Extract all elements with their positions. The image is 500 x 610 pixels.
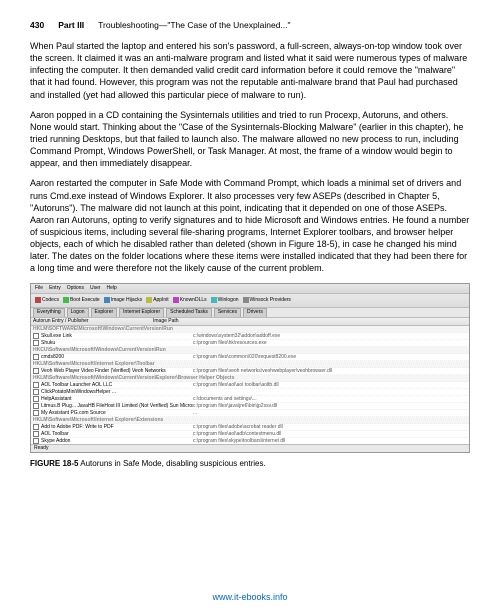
list-body: HKLM\SOFTWARE\Microsoft\Windows\CurrentV…	[31, 326, 469, 453]
tab-ie[interactable]: Internet Explorer	[119, 308, 164, 317]
entry-row[interactable]: Litmus.B Plug... JavaHB FileHost III Lim…	[31, 403, 469, 410]
menu-file[interactable]: File	[35, 285, 43, 292]
entry-row[interactable]: Veoh Web Player Video Finder (Verified) …	[31, 368, 469, 375]
menu-user[interactable]: User	[90, 285, 101, 292]
boot-icon	[63, 297, 69, 303]
checkbox[interactable]	[33, 354, 39, 360]
entry-row[interactable]: AOL Toolbarc:\program files\aol\adb\cont…	[31, 431, 469, 438]
figure-label: FIGURE 18-5	[30, 459, 78, 468]
section-row: HKLM\Software\Microsoft\Internet Explore…	[31, 361, 469, 368]
entry-path: c:\program files\aol\adb\contextmenu.dll	[193, 431, 467, 437]
part-label: Part III	[58, 20, 84, 30]
page-header: 430 Part III Troubleshooting—"The Case o…	[30, 20, 470, 30]
checkbox[interactable]	[33, 452, 39, 453]
menu-help[interactable]: Help	[107, 285, 117, 292]
entry-name: Shuku	[33, 340, 193, 346]
autoruns-screenshot: File Entry Options User Help Codecs Boot…	[30, 283, 470, 453]
entry-path: c:\program files\conduit\applications\pl…	[193, 452, 467, 453]
entry-path: c:\program files\aol\aol toolbar\aoltb.d…	[193, 382, 467, 388]
entry-path: c:\program files\adobe\acrobat reader dl…	[193, 424, 467, 430]
tab-logon[interactable]: Logon	[67, 308, 89, 317]
section-row: HKCU\Software\Microsoft\Windows\CurrentV…	[31, 347, 469, 354]
toolbar: Codecs Boot Execute Image Hijacks AppIni…	[31, 294, 469, 308]
entry-name: HelpAssistant	[33, 396, 193, 402]
checkbox[interactable]	[33, 410, 39, 416]
winlogon-icon	[211, 297, 217, 303]
entry-row[interactable]: cmds8200c:\program files\common\020\requ…	[31, 354, 469, 361]
entry-path: ...	[193, 410, 467, 416]
tb-image[interactable]: Image Hijacks	[104, 297, 142, 303]
section-row: HKLM\SOFTWARE\Microsoft\Windows\CurrentV…	[31, 326, 469, 333]
checkbox[interactable]	[33, 382, 39, 388]
figure-caption: FIGURE 18-5 Autoruns in Safe Mode, disab…	[30, 459, 470, 468]
checkbox[interactable]	[33, 389, 39, 395]
tb-boot[interactable]: Boot Execute	[63, 297, 100, 303]
menu-entry[interactable]: Entry	[49, 285, 61, 292]
checkbox[interactable]	[33, 333, 39, 339]
entry-row[interactable]: ClickPotatoMiniWindowsHelper ...	[31, 389, 469, 396]
entry-path: c:\program files\hk\resources.exe	[193, 340, 467, 346]
entry-name: cmds8200	[33, 354, 193, 360]
entry-name: Litmus.B Plug... JavaHB FileHost III Lim…	[33, 403, 193, 409]
page-number: 430	[30, 20, 44, 30]
tb-known[interactable]: KnownDLLs	[173, 297, 207, 303]
entry-name: AOL Toolbar	[33, 431, 193, 437]
footer-link[interactable]: www.it-ebooks.info	[0, 592, 500, 602]
col-entry[interactable]: Autorun Entry / Publisher	[33, 318, 153, 325]
entry-row[interactable]: Add to Adobe PDF: Write to PDFc:\program…	[31, 424, 469, 431]
entry-row[interactable]: HelpAssistantc:\documents and settings\.…	[31, 396, 469, 403]
hijack-icon	[104, 297, 110, 303]
tab-sched[interactable]: Scheduled Tasks	[166, 308, 212, 317]
codec-icon	[35, 297, 41, 303]
tab-everything[interactable]: Everything	[33, 308, 65, 317]
tabs: Everything Logon Explorer Internet Explo…	[31, 308, 469, 318]
paragraph-2: Aaron popped in a CD containing the Sysi…	[30, 109, 470, 170]
checkbox[interactable]	[33, 368, 39, 374]
checkbox[interactable]	[33, 340, 39, 346]
entry-name: Add to Adobe PDF: Write to PDF	[33, 424, 193, 430]
entry-path: c:\windows\system32\addon\addoff.exe	[193, 333, 467, 339]
tab-explorer[interactable]: Explorer	[91, 308, 118, 317]
tab-drivers[interactable]: Drivers	[243, 308, 267, 317]
tb-winlogon[interactable]: Winlogon	[211, 297, 239, 303]
known-icon	[173, 297, 179, 303]
tab-services[interactable]: Services	[214, 308, 241, 317]
checkbox[interactable]	[33, 431, 39, 437]
entry-name: ClickPotatoMiniWindowsHelper ...	[33, 389, 193, 395]
tb-codecs[interactable]: Codecs	[35, 297, 59, 303]
menu-options[interactable]: Options	[67, 285, 84, 292]
entry-path: c:\program files\common\020\request8200.…	[193, 354, 467, 360]
entry-row[interactable]: Shukuc:\program files\hk\resources.exe	[31, 340, 469, 347]
tb-winsock[interactable]: Winsock Providers	[243, 297, 291, 303]
checkbox[interactable]	[33, 403, 39, 409]
entry-row[interactable]: My Assistant PG.com Source...	[31, 410, 469, 417]
entry-name: Veoh Web Player Video Finder (Verified) …	[33, 368, 193, 374]
entry-row[interactable]: Conduit Engine Conduit Toolbarc:\program…	[31, 452, 469, 453]
entry-row[interactable]: AOL Toolbar Launcher AOL LLCc:\program f…	[31, 382, 469, 389]
winsock-icon	[243, 297, 249, 303]
entry-path: c:\program files\java\jre6\bin\jp2ssv.dl…	[193, 403, 467, 409]
figure-text: Autoruns in Safe Mode, disabling suspici…	[80, 459, 265, 468]
paragraph-3: Aaron restarted the computer in Safe Mod…	[30, 177, 470, 274]
entry-name: Conduit Engine Conduit Toolbar	[33, 452, 193, 453]
section-row: HKLM\Software\Microsoft\Windows\CurrentV…	[31, 375, 469, 382]
checkbox[interactable]	[33, 424, 39, 430]
section-row: HKLM\Software\Microsoft\Internet Explore…	[31, 417, 469, 424]
chapter-title: Troubleshooting—"The Case of the Unexpla…	[98, 20, 290, 30]
list-header: Autorun Entry / Publisher Image Path	[31, 318, 469, 326]
entry-path: c:\program files\veoh networks\veohwebpl…	[193, 368, 467, 374]
tb-appinit[interactable]: AppInit	[146, 297, 169, 303]
status-bar: Ready	[31, 444, 469, 452]
menubar: File Entry Options User Help	[31, 284, 469, 294]
appinit-icon	[146, 297, 152, 303]
col-path[interactable]: Image Path	[153, 318, 467, 325]
entry-name: Skull.exe Link	[33, 333, 193, 339]
entry-name: My Assistant PG.com Source	[33, 410, 193, 416]
entry-name: AOL Toolbar Launcher AOL LLC	[33, 382, 193, 388]
entry-row[interactable]: Skull.exe Linkc:\windows\system32\addon\…	[31, 333, 469, 340]
checkbox[interactable]	[33, 396, 39, 402]
entry-path: c:\documents and settings\...	[193, 396, 467, 402]
paragraph-1: When Paul started the laptop and entered…	[30, 40, 470, 101]
